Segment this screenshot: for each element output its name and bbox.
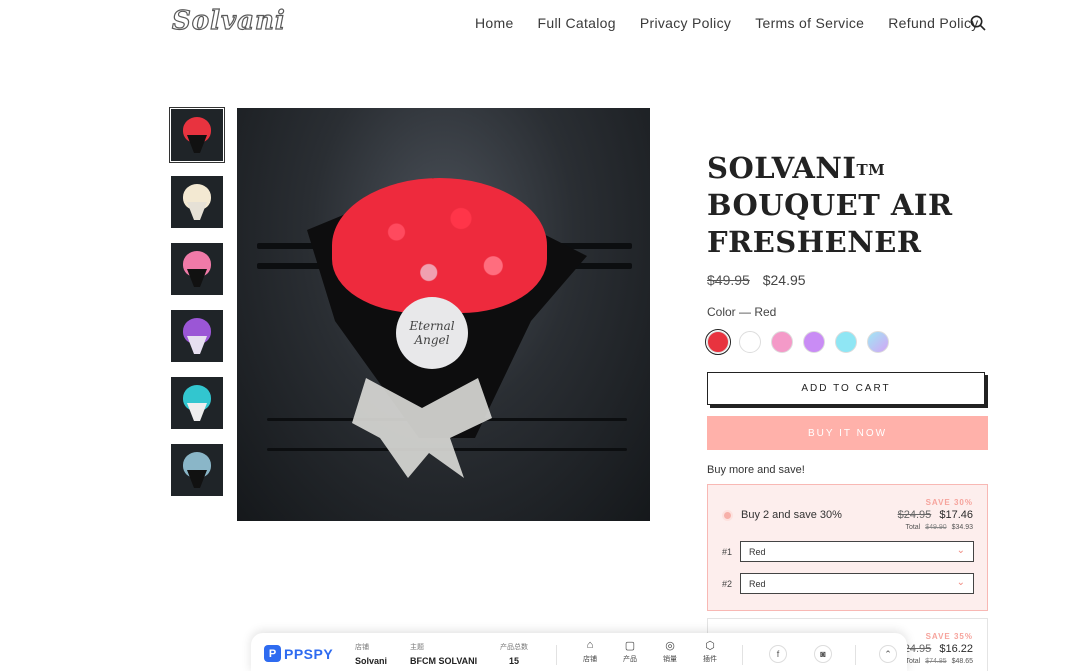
ppspy-logo-icon: P [264,645,281,662]
offer-price-new: $16.22 [939,643,973,655]
thumbnail-purple[interactable] [171,310,223,362]
offer-total-old: $74.85 [925,658,947,665]
product-title: SOLVANITM BOUQUET AIR FRESHENER [707,150,1007,261]
ppspy-toolbar: P PPSPY 店铺 Solvani 主题 BFCM SOLVANI 产品总数 … [251,633,907,671]
offer-price-new: $17.46 [939,509,973,521]
variant-select[interactable]: Red ⌄ [740,573,974,594]
facebook-icon[interactable]: f [769,645,787,663]
swatch-blue[interactable] [835,331,857,353]
nav-full-catalog[interactable]: Full Catalog [538,15,616,31]
product-price: $49.95 $24.95 [707,272,806,288]
box-icon: ⬡ [705,640,715,652]
bundle-radio[interactable] [722,510,733,521]
color-swatches [705,329,889,355]
offer-prices: $24.95 $17.46 [898,509,973,521]
bouquet-flowers [332,178,547,313]
variant-row-number: #2 [722,579,733,589]
add-to-cart-button[interactable]: ADD TO CART [707,372,985,405]
chart-icon: ◎ [665,640,675,652]
title-rest: BOUQUET AIR FRESHENER [707,188,953,259]
ppspy-tool-plugins[interactable]: ⬡ 插件 [697,639,723,664]
variant-select-value: Red [749,547,766,557]
home-icon: ⌂ [586,639,594,651]
swatch-purple[interactable] [803,331,825,353]
nav-refund-policy[interactable]: Refund Policy [888,15,978,31]
divider [556,645,557,665]
offer-total: Total $74.85 $48.65 [905,658,973,665]
bundle-offer[interactable]: SAVE 30% Buy 2 and save 30% $24.95 $17.4… [707,484,988,611]
thumbnail-red[interactable] [169,107,225,163]
swatch-white[interactable] [739,331,761,353]
offer-price-old: $24.95 [897,509,932,521]
offer-total-old: $49.90 [925,524,947,531]
instagram-icon[interactable]: ◙ [814,645,832,663]
swatch-red[interactable] [705,329,731,355]
ppspy-stat-theme: 主题 BFCM SOLVANI [410,644,478,666]
bag-icon: ▢ [624,640,636,652]
chevron-down-icon: ⌄ [956,545,965,556]
price-current: $24.95 [762,272,806,288]
divider [742,645,743,665]
nav-home[interactable]: Home [475,15,514,31]
price-compare: $49.95 [707,272,750,288]
thumbnail-pink[interactable] [171,243,223,295]
ppspy-tool-products[interactable]: ▢ 产品 [617,639,643,664]
ppspy-logo[interactable]: P PPSPY [264,645,333,662]
offer-total-new: $34.93 [951,524,973,531]
offer-total-label: Total [905,524,921,531]
ppspy-tool-sales[interactable]: ◎ 销量 [657,639,683,664]
variant-select-value: Red [749,579,766,589]
thumbnail-white[interactable] [171,176,223,228]
search-icon[interactable] [970,15,986,31]
offer-total: Total $49.90 $34.93 [905,524,973,531]
thumbnail-mixed[interactable] [171,444,223,496]
save-badge: SAVE 35% [925,632,973,641]
swatch-pink[interactable] [771,331,793,353]
buy-now-button[interactable]: BUY IT NOW [707,416,988,450]
offer-label: Buy 2 and save 30% [741,509,842,521]
divider [855,645,856,665]
title-brand: SOLVANI [707,151,857,185]
save-badge: SAVE 30% [925,498,973,507]
thumbnail-list [169,107,225,511]
thumbnail-blue[interactable] [171,377,223,429]
color-label: Color — Red [707,305,777,319]
bundle-heading: Buy more and save! [707,464,805,476]
chevron-up-icon[interactable]: ⌃ [879,645,897,663]
offer-total-label: Total [905,658,921,665]
ppspy-stat-store: 店铺 Solvani [355,644,388,666]
site-logo[interactable]: Solvani [171,5,286,36]
variant-select[interactable]: Red ⌄ [740,541,974,562]
ppspy-tool-store[interactable]: ⌂ 店铺 [577,639,603,664]
ppspy-stat-products: 产品总数 15 [500,644,528,666]
bouquet-label: Eternal Angel [396,297,468,369]
trademark: TM [856,161,886,179]
nav-terms-of-service[interactable]: Terms of Service [755,15,864,31]
offer-total-new: $48.65 [951,658,973,665]
product-main-image[interactable]: Eternal Angel [237,108,650,521]
chevron-down-icon: ⌄ [956,577,965,588]
offer-prices: $24.95 $16.22 [898,643,973,655]
nav-privacy-policy[interactable]: Privacy Policy [640,15,731,31]
variant-row-number: #1 [722,547,733,557]
swatch-mixed[interactable] [867,331,889,353]
main-nav: Home Full Catalog Privacy Policy Terms o… [475,15,979,31]
